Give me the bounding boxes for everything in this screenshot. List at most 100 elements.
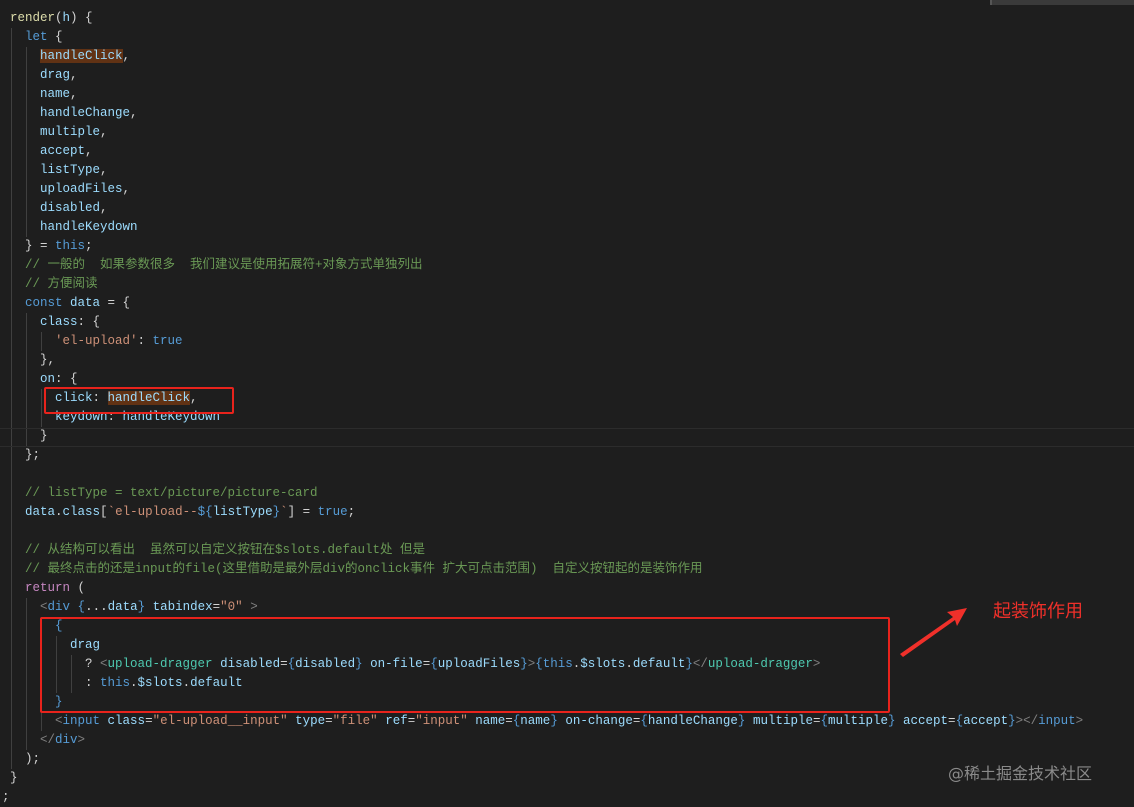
code-token: on-change	[565, 714, 633, 728]
code-text: accept,	[40, 142, 93, 161]
indent-guide	[11, 180, 12, 199]
code-line[interactable]: drag,	[0, 66, 1134, 85]
code-line[interactable]: // 从结构可以看出 虽然可以自定义按钮在$slots.default处 但是	[0, 541, 1134, 560]
code-token: .	[55, 505, 63, 519]
indent-guide	[26, 218, 27, 237]
code-line[interactable]: // 一般的 如果参数很多 我们建议是使用拓展符+对象方式单独列出	[0, 256, 1134, 275]
code-text: ;	[2, 788, 10, 807]
code-token: ref	[385, 714, 408, 728]
indent-guide	[26, 693, 27, 712]
code-token: }	[1008, 714, 1016, 728]
code-line[interactable]: handleClick,	[0, 47, 1134, 66]
indent-guide	[41, 712, 42, 731]
code-line[interactable]: listType,	[0, 161, 1134, 180]
code-token: {	[820, 714, 828, 728]
code-text: const data = {	[25, 294, 130, 313]
annotation-label: 起装饰作用	[993, 601, 1083, 622]
code-token: :	[137, 334, 153, 348]
code-line[interactable]: render(h) {	[0, 9, 1134, 28]
code-token: drag	[40, 68, 71, 82]
code-token: name	[475, 714, 506, 728]
indent-guide	[26, 408, 27, 427]
code-line[interactable]: disabled,	[0, 199, 1134, 218]
indent-guide	[11, 503, 12, 522]
code-token: );	[25, 752, 41, 766]
code-token: "0"	[220, 600, 243, 614]
indent-guide	[26, 66, 27, 85]
indent-guide	[41, 389, 42, 408]
code-token: 'el-upload'	[55, 334, 138, 348]
indent-guide	[11, 294, 12, 313]
code-token: {	[47, 30, 63, 44]
code-line[interactable]: return (	[0, 579, 1134, 598]
code-line[interactable]: ;	[0, 788, 1134, 807]
current-line-highlight	[0, 428, 1134, 447]
watermark: @稀土掘金技术社区	[948, 764, 1093, 783]
code-token: = {	[100, 296, 131, 310]
indent-guide	[11, 66, 12, 85]
code-token: // 最终点击的还是input的file(这里借助是最外层div的onclick…	[25, 562, 703, 576]
indent-guide	[11, 674, 12, 693]
code-line[interactable]: // listType = text/picture/picture-card	[0, 484, 1134, 503]
code-token: accept	[903, 714, 949, 728]
code-token: >	[77, 733, 86, 747]
code-text: // 最终点击的还是input的file(这里借助是最外层div的onclick…	[25, 560, 703, 579]
code-line[interactable]: class: {	[0, 313, 1134, 332]
code-text: // 一般的 如果参数很多 我们建议是使用拓展符+对象方式单独列出	[25, 256, 423, 275]
code-token: true	[152, 334, 183, 348]
indent-guide	[26, 655, 27, 674]
code-line[interactable]: accept,	[0, 142, 1134, 161]
indent-guide	[26, 598, 27, 617]
scrollbar-thumb[interactable]	[990, 0, 1134, 5]
code-token: (	[55, 11, 63, 25]
code-line[interactable]: let {	[0, 28, 1134, 47]
code-line[interactable]: name,	[0, 85, 1134, 104]
code-line[interactable]	[0, 465, 1134, 484]
code-token: }	[10, 771, 18, 785]
code-line[interactable]: </div>	[0, 731, 1134, 750]
code-line[interactable]: <input class="el-upload__input" type="fi…	[0, 712, 1134, 731]
code-text: data.class[`el-upload--${listType}`] = t…	[25, 503, 355, 522]
indent-guide	[11, 313, 12, 332]
code-line[interactable]: data.class[`el-upload--${listType}`] = t…	[0, 503, 1134, 522]
code-token: ,	[100, 201, 108, 215]
code-line[interactable]: },	[0, 351, 1134, 370]
indent-guide	[26, 161, 27, 180]
code-line[interactable]: multiple,	[0, 123, 1134, 142]
code-text: drag,	[40, 66, 78, 85]
code-line[interactable]: // 最终点击的还是input的file(这里借助是最外层div的onclick…	[0, 560, 1134, 579]
code-token: (	[70, 581, 86, 595]
code-token: div	[47, 600, 71, 614]
code-line[interactable]	[0, 522, 1134, 541]
code-token: input	[62, 714, 101, 728]
code-line[interactable]: // 方便阅读	[0, 275, 1134, 294]
code-token: name	[40, 87, 71, 101]
code-line[interactable]: handleKeydown	[0, 218, 1134, 237]
code-text: uploadFiles,	[40, 180, 130, 199]
code-token: ,	[100, 125, 108, 139]
code-line[interactable]: handleChange,	[0, 104, 1134, 123]
code-line[interactable]: const data = {	[0, 294, 1134, 313]
code-token: `	[280, 505, 288, 519]
code-token: =	[948, 714, 956, 728]
code-token: =	[325, 714, 333, 728]
indent-guide	[26, 351, 27, 370]
code-token: // listType = text/picture/picture-card	[25, 486, 318, 500]
code-line[interactable]: 'el-upload': true	[0, 332, 1134, 351]
code-token: class	[62, 505, 101, 519]
code-line[interactable]: } = this;	[0, 237, 1134, 256]
code-token: >	[1075, 714, 1084, 728]
code-token: ,	[122, 49, 131, 63]
code-token: =	[145, 714, 153, 728]
code-token: ,	[122, 182, 131, 196]
code-token: ,	[130, 106, 138, 120]
code-line[interactable]: uploadFiles,	[0, 180, 1134, 199]
indent-guide	[11, 655, 12, 674]
code-line[interactable]: };	[0, 446, 1134, 465]
indent-guide	[26, 370, 27, 389]
indent-guide	[11, 123, 12, 142]
code-token: multiple	[752, 714, 813, 728]
